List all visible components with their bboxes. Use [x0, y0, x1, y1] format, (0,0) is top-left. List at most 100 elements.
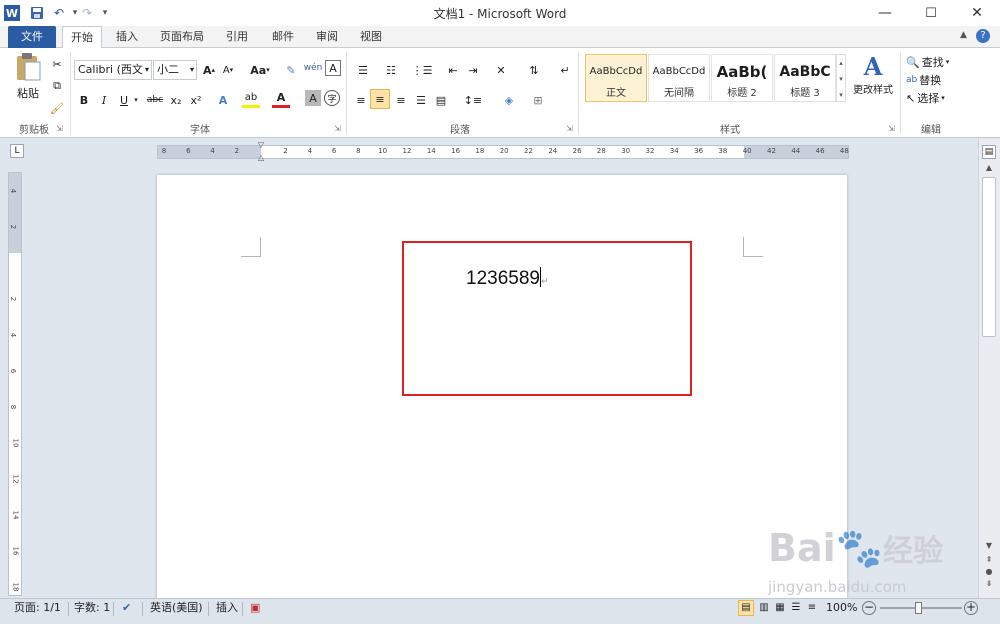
chinese-layout-icon[interactable]: ✕ — [490, 60, 512, 80]
bullets-button[interactable]: ☰ — [352, 60, 374, 80]
align-right-icon[interactable]: ≡ — [392, 90, 410, 110]
hanging-indent-handle[interactable]: △ — [256, 153, 266, 162]
vertical-ruler[interactable]: 4 2 2 4 6 8 10 12 14 16 18 — [8, 172, 22, 596]
replace-button[interactable]: ab 替换 — [906, 70, 960, 90]
next-page-icon[interactable]: ⇟ — [982, 579, 996, 591]
font-name-select[interactable]: Calibri (西文 ▾ — [74, 60, 152, 80]
language-indicator[interactable]: 英语(美国) — [150, 599, 203, 617]
distributed-icon[interactable]: ▤ — [432, 90, 450, 110]
ruler-tick-label: 24 — [548, 147, 558, 155]
multilevel-list-button[interactable]: ⋮☰ — [410, 60, 434, 80]
tab-file[interactable]: 文件 — [8, 26, 56, 48]
document-text-line[interactable]: 1236589↵ — [466, 267, 549, 290]
align-center-icon[interactable]: ≡ — [370, 89, 390, 109]
zoom-level[interactable]: 100% — [826, 599, 857, 617]
borders-icon[interactable]: ⊞ — [526, 90, 550, 110]
highlight-color-icon[interactable]: ab — [242, 90, 260, 108]
tab-references[interactable]: 引用 — [218, 26, 256, 48]
tab-view[interactable]: 视图 — [352, 26, 390, 48]
show-marks-icon[interactable]: ↵ — [556, 60, 574, 80]
sort-icon[interactable]: ⇅ — [524, 60, 544, 80]
character-border-icon[interactable]: A — [325, 60, 341, 76]
print-layout-icon[interactable]: ▤ — [738, 600, 754, 616]
decrease-indent-icon[interactable]: ⇤ — [444, 60, 462, 80]
ruler-tick-label: 34 — [669, 147, 679, 155]
underline-dropdown-icon[interactable]: ▾ — [132, 90, 140, 110]
strikethrough-button[interactable]: abc — [144, 90, 166, 110]
help-icon[interactable]: ? — [976, 29, 990, 43]
ruler-toggle-icon[interactable]: ▤ — [982, 145, 996, 159]
close-button[interactable]: ✕ — [954, 0, 1000, 26]
insert-mode[interactable]: 插入 — [216, 599, 238, 617]
document-page[interactable]: 1236589↵ — [157, 175, 847, 598]
previous-page-icon[interactable]: ⇞ — [982, 555, 996, 567]
styles-launcher-icon[interactable]: ⇲ — [888, 124, 895, 133]
scroll-thumb[interactable] — [982, 177, 996, 337]
browse-object-icon[interactable]: ● — [982, 567, 996, 579]
phonetic-guide-icon[interactable]: wén — [303, 58, 323, 78]
change-styles-button[interactable]: A 更改样式 — [850, 52, 896, 110]
format-painter-icon[interactable]: 🖌 — [48, 98, 66, 118]
select-button[interactable]: ↖ 选择 ▾ — [906, 88, 960, 108]
text-effects-icon[interactable]: A — [214, 90, 232, 110]
tab-insert[interactable]: 插入 — [108, 26, 146, 48]
maximize-button[interactable]: ☐ — [908, 0, 954, 26]
font-size-select[interactable]: 小二 ▾ — [153, 60, 197, 80]
line-spacing-icon[interactable]: ↕≡ — [460, 90, 486, 110]
bold-button[interactable]: B — [76, 90, 92, 110]
scroll-up-icon[interactable]: ▲ — [982, 163, 996, 175]
horizontal-ruler[interactable]: 8 6 4 2 2 4 6 8 10 12 14 16 18 20 22 24 26 28 30 32 34 36 38 40… — [157, 140, 849, 162]
font-color-icon[interactable]: A — [272, 90, 290, 108]
draft-icon[interactable]: ≡ — [805, 599, 819, 617]
grow-font-button[interactable]: A ▴ — [201, 60, 217, 80]
cut-icon[interactable]: ✂ — [48, 54, 66, 74]
enclose-characters-icon[interactable]: 字 — [324, 90, 340, 106]
tab-home[interactable]: 开始 — [62, 26, 102, 49]
zoom-in-icon[interactable]: + — [964, 601, 978, 615]
minimize-button[interactable]: — — [862, 0, 908, 26]
superscript-button[interactable]: x² — [188, 90, 204, 110]
proofing-icon[interactable]: ✔ — [122, 599, 131, 617]
full-screen-reading-icon[interactable]: ▥ — [757, 599, 771, 617]
character-shading-icon[interactable]: A — [305, 90, 321, 106]
numbering-button[interactable]: ☷ — [380, 60, 402, 80]
first-line-indent-handle[interactable]: ▽ — [256, 140, 266, 149]
shading-icon[interactable]: ◈ — [496, 90, 522, 110]
change-case-button[interactable]: Aa ▾ — [248, 60, 272, 80]
tab-review[interactable]: 审阅 — [308, 26, 346, 48]
style-normal[interactable]: AaBbCcDd 正文 — [585, 54, 647, 102]
italic-button[interactable]: I — [96, 90, 112, 110]
style-heading-3[interactable]: AaBbC 标题 3 — [774, 54, 836, 102]
increase-indent-icon[interactable]: ⇥ — [464, 60, 482, 80]
tab-page-layout[interactable]: 页面布局 — [152, 26, 212, 48]
macro-record-icon[interactable]: ▣ — [250, 599, 260, 617]
collapse-ribbon-icon[interactable]: ▲ — [960, 30, 967, 40]
ruler-tick-label: 14 — [426, 147, 436, 155]
web-layout-icon[interactable]: ▦ — [773, 599, 787, 617]
zoom-out-icon[interactable]: − — [862, 601, 876, 615]
justify-icon[interactable]: ☰ — [412, 90, 430, 110]
subscript-button[interactable]: x₂ — [168, 90, 184, 110]
paste-button[interactable]: 粘贴 — [12, 52, 44, 108]
vruler-tick-label: 18 — [11, 582, 20, 592]
style-heading-2[interactable]: AaBb( 标题 2 — [711, 54, 773, 102]
scroll-down-icon[interactable]: ▼ — [982, 541, 996, 553]
tab-mailings[interactable]: 邮件 — [264, 26, 302, 48]
clear-format-icon[interactable]: ✎ — [282, 60, 300, 80]
find-button[interactable]: 🔍 查找 ▾ — [906, 52, 960, 72]
vertical-scrollbar[interactable]: ▤ ▲ ▼ ⇞ ● ⇟ — [978, 139, 1000, 598]
outline-icon[interactable]: ☰ — [789, 599, 803, 617]
paragraph-launcher-icon[interactable]: ⇲ — [566, 124, 573, 133]
styles-scroll-icon[interactable]: ▴ ▾ ▾ — [836, 54, 846, 102]
underline-button[interactable]: U — [116, 90, 132, 110]
shrink-font-button[interactable]: A ▾ — [220, 60, 236, 80]
tab-selector-icon[interactable]: L — [10, 144, 24, 158]
align-left-icon[interactable]: ≡ — [352, 90, 370, 110]
font-launcher-icon[interactable]: ⇲ — [334, 124, 341, 133]
word-count[interactable]: 字数: 1 — [74, 599, 110, 617]
page-count[interactable]: 页面: 1/1 — [14, 599, 61, 617]
clipboard-launcher-icon[interactable]: ⇲ — [56, 124, 63, 133]
copy-icon[interactable]: ⧉ — [48, 76, 66, 96]
zoom-slider-thumb[interactable] — [915, 602, 922, 614]
style-no-spacing[interactable]: AaBbCcDd 无间隔 — [648, 54, 710, 102]
